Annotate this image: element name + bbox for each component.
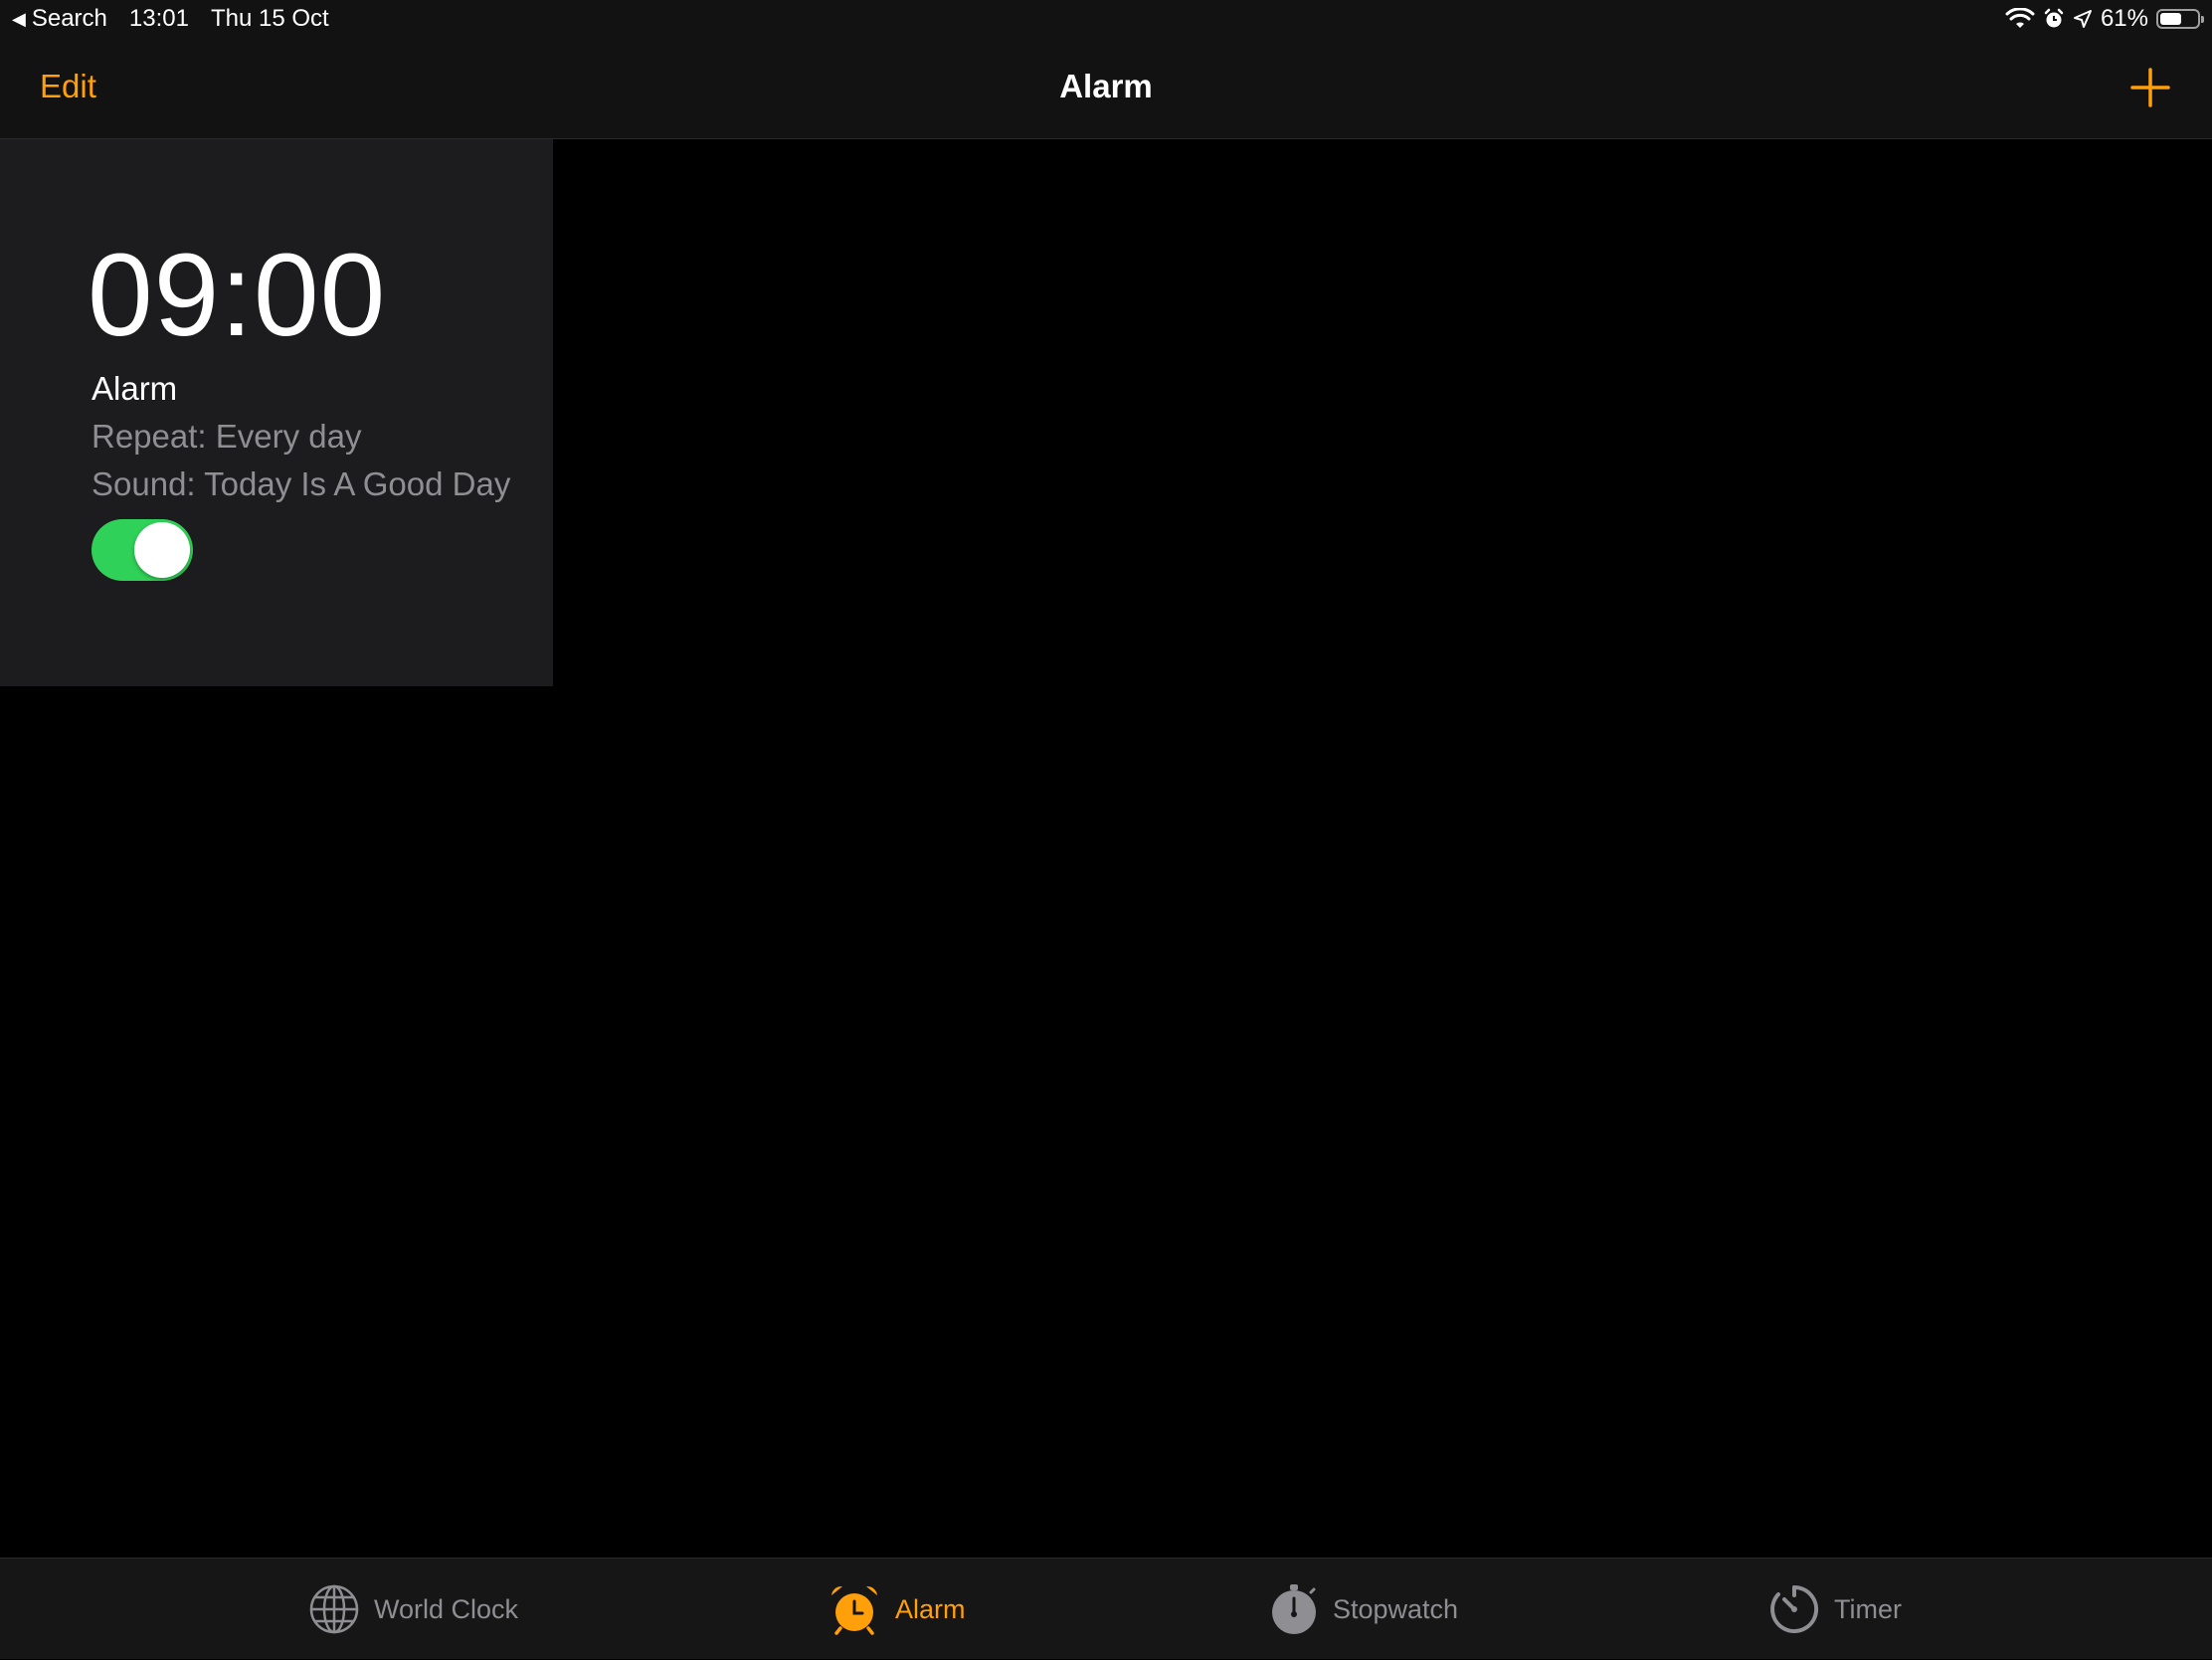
page-title: Alarm xyxy=(1059,68,1153,104)
battery-percent: 61% xyxy=(2100,5,2148,32)
tab-alarm[interactable]: Alarm xyxy=(828,1559,966,1660)
alarm-sound: Sound: Today Is A Good Day xyxy=(92,465,511,502)
tab-label: Timer xyxy=(1834,1593,1902,1624)
alarm-repeat: Repeat: Every day xyxy=(92,418,362,455)
tab-world-clock[interactable]: World Clock xyxy=(308,1559,518,1660)
battery-fill xyxy=(2160,13,2181,25)
alarm-enabled-toggle[interactable] xyxy=(92,519,193,581)
add-alarm-button[interactable] xyxy=(2130,68,2170,107)
alarm-status-icon xyxy=(2044,8,2064,28)
toggle-knob xyxy=(134,522,190,578)
tab-bar: World Clock Alarm Stopwatch Timer xyxy=(0,1558,2212,1659)
status-left: ◀ Search 13:01 Thu 15 Oct xyxy=(12,0,329,38)
stopwatch-icon xyxy=(1272,1584,1316,1634)
tab-timer[interactable]: Timer xyxy=(1768,1559,1902,1660)
wifi-icon xyxy=(2005,8,2035,28)
battery-cap xyxy=(2201,16,2204,23)
battery-icon xyxy=(2156,9,2204,29)
status-time: 13:01 xyxy=(128,5,189,32)
navigation-bar: Edit Alarm xyxy=(0,38,2212,139)
status-date: Thu 15 Oct xyxy=(210,5,329,32)
status-right: 61% xyxy=(2005,0,2204,38)
alarm-label: Alarm xyxy=(92,370,178,407)
tab-label: Stopwatch xyxy=(1333,1593,1459,1624)
alarm-clock-icon xyxy=(831,1585,877,1635)
tab-label: World Clock xyxy=(374,1593,519,1624)
back-arrow-icon[interactable]: ◀ xyxy=(12,9,26,30)
globe-icon xyxy=(309,1584,359,1634)
alarm-time: 09:00 xyxy=(88,230,387,361)
location-icon xyxy=(2073,10,2092,28)
timer-icon xyxy=(1770,1584,1819,1633)
tab-label: Alarm xyxy=(895,1593,966,1624)
alarm-card[interactable]: 09:00 Alarm Repeat: Every day Sound: Tod… xyxy=(0,139,553,686)
status-bar: ◀ Search 13:01 Thu 15 Oct 61% xyxy=(0,0,2212,38)
tab-stopwatch[interactable]: Stopwatch xyxy=(1269,1559,1458,1660)
back-to-search-link[interactable]: Search xyxy=(32,5,107,33)
